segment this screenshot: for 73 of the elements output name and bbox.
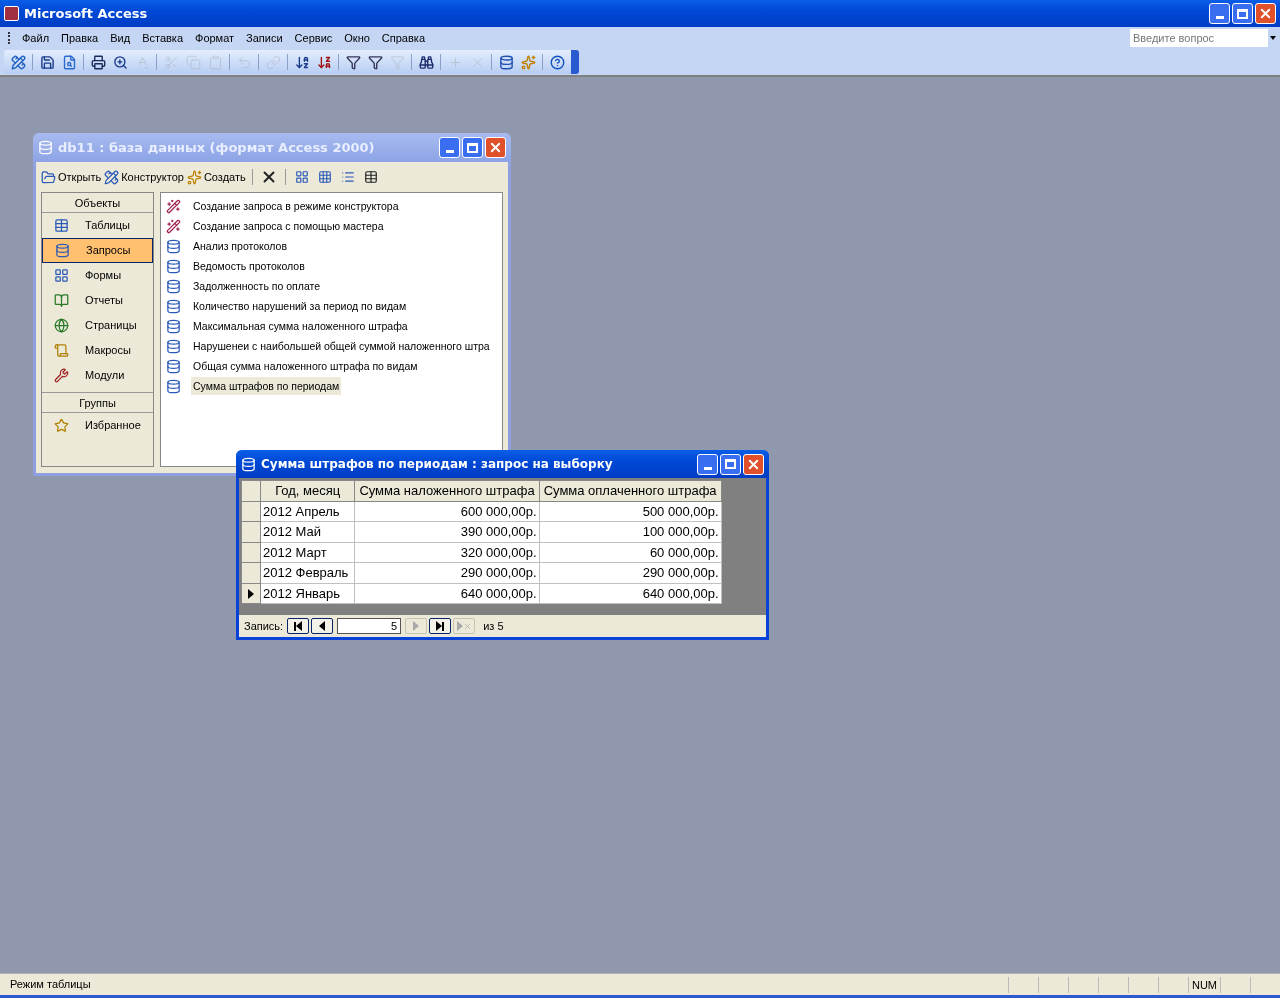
list-item[interactable]: Общая сумма наложенного штрафа по видам bbox=[166, 356, 420, 376]
minimize-button[interactable] bbox=[697, 453, 718, 475]
tools-icon bbox=[54, 368, 69, 383]
menu-item[interactable]: Вид bbox=[104, 29, 137, 47]
book-icon bbox=[54, 293, 69, 308]
close-button[interactable] bbox=[743, 453, 764, 475]
current-row-icon bbox=[248, 589, 254, 600]
num-lock-indicator: NUM bbox=[1188, 976, 1220, 993]
group-item[interactable]: Избранное bbox=[42, 413, 153, 438]
select-all-corner[interactable] bbox=[241, 480, 261, 501]
help-search-field[interactable]: Введите вопрос bbox=[1130, 29, 1268, 47]
toolbar-button[interactable]: Открыть bbox=[41, 168, 102, 186]
object-type-item[interactable]: Запросы bbox=[42, 238, 153, 263]
close-icon bbox=[1258, 6, 1273, 21]
database-icon bbox=[38, 140, 53, 155]
object-type-item[interactable]: Страницы bbox=[42, 313, 153, 338]
list-item[interactable]: Создание запроса в режиме конструктора bbox=[166, 196, 401, 216]
sparkle-icon bbox=[186, 169, 202, 185]
menu-item[interactable]: Вставка bbox=[136, 29, 189, 47]
record-number-field[interactable]: 5 bbox=[337, 618, 402, 634]
object-type-item[interactable]: Отчеты bbox=[42, 288, 153, 313]
list-item[interactable]: Нарушенеи с наибольшей общей суммой наложенного штра bbox=[166, 336, 492, 356]
row-selector[interactable] bbox=[241, 583, 261, 604]
toolbar-button[interactable]: Конструктор bbox=[104, 168, 184, 186]
list-item[interactable]: Задолженность по оплате bbox=[166, 276, 323, 296]
status-text: Режим таблицы bbox=[9, 977, 92, 993]
globe-page-icon bbox=[54, 318, 69, 333]
column-header[interactable]: Сумма оплаченного штрафа bbox=[539, 480, 722, 501]
window-title: db11 : база данных (формат Access 2000) bbox=[58, 138, 376, 157]
minimize-button[interactable] bbox=[439, 137, 460, 158]
column-header[interactable]: Сумма наложенного штрафа bbox=[354, 480, 540, 501]
list-item[interactable]: Создание запроса с помощью мастера bbox=[166, 216, 386, 236]
first-record-button[interactable] bbox=[287, 618, 310, 634]
list-item[interactable]: Максимальная сумма наложенного штрафа bbox=[166, 316, 410, 336]
table-icon bbox=[54, 218, 69, 233]
column-header[interactable]: Год, месяц bbox=[260, 480, 355, 501]
section-header: Объекты bbox=[42, 193, 153, 213]
wand-icon bbox=[166, 198, 181, 214]
menu-item[interactable]: Правка bbox=[55, 29, 105, 47]
object-type-item[interactable]: Макросы bbox=[42, 338, 153, 363]
scroll-icon bbox=[54, 343, 69, 358]
maximize-button[interactable] bbox=[720, 453, 741, 475]
close-icon bbox=[488, 140, 503, 155]
section-header: Группы bbox=[42, 393, 153, 413]
menu-item[interactable]: Формат bbox=[189, 29, 241, 47]
pencil-ruler-icon[interactable] bbox=[8, 52, 28, 72]
toolbar-button[interactable]: Создать bbox=[186, 168, 246, 186]
list-item[interactable]: Количество нарушений за период по видам bbox=[166, 296, 409, 316]
menu-item[interactable]: Записи bbox=[240, 29, 289, 47]
maximize-button[interactable] bbox=[1232, 3, 1253, 24]
close-button[interactable] bbox=[1255, 3, 1276, 24]
list-item[interactable]: Ведомость протоколов bbox=[166, 256, 307, 276]
minimize-button[interactable] bbox=[1209, 3, 1230, 24]
folder-icon bbox=[41, 169, 56, 185]
last-record-button[interactable] bbox=[429, 618, 452, 634]
x-icon bbox=[462, 621, 472, 631]
record-label: Запись: bbox=[244, 618, 284, 634]
menu-item[interactable]: Окно bbox=[338, 29, 376, 47]
previous-record-button[interactable] bbox=[311, 618, 334, 634]
record-count: из 5 bbox=[483, 618, 504, 634]
maximize-button[interactable] bbox=[462, 137, 483, 158]
object-type-item[interactable]: Формы bbox=[42, 263, 153, 288]
menu-item[interactable]: Файл bbox=[16, 29, 56, 47]
wand-icon bbox=[166, 218, 181, 234]
close-button[interactable] bbox=[485, 137, 506, 158]
menu-item[interactable]: Сервис bbox=[288, 29, 339, 47]
menu-item[interactable]: Справка bbox=[375, 29, 431, 47]
window-title: Microsoft Access bbox=[24, 4, 149, 23]
pencil-ruler-icon bbox=[104, 169, 120, 185]
list-item[interactable]: Анализ протоколов bbox=[166, 236, 289, 256]
object-type-item[interactable]: Таблицы bbox=[42, 213, 153, 238]
window-title: Сумма штрафов по периодам : запрос на выборку bbox=[261, 456, 614, 473]
object-type-item[interactable]: Модули bbox=[42, 363, 153, 388]
